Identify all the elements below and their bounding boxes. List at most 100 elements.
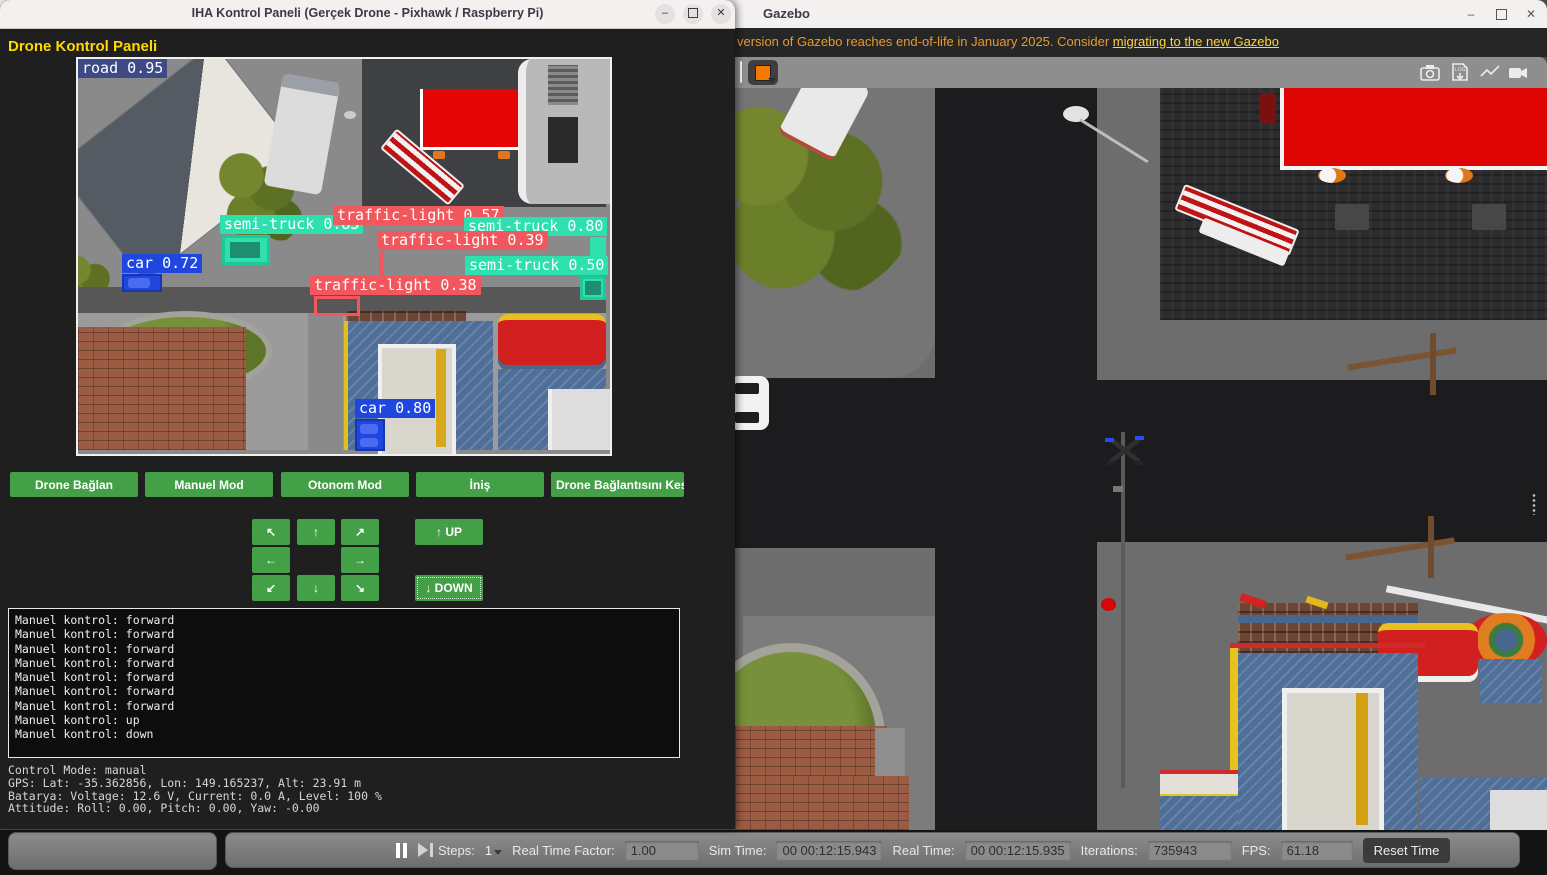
autonomous-mode-button[interactable]: Otonom Mod: [281, 472, 409, 497]
detection-label: traffic-light 0.39: [377, 231, 548, 250]
detection-label: semi-truck 0.50: [465, 256, 608, 275]
move-down-left-button[interactable]: ↙: [252, 575, 290, 601]
road-vertical: [935, 88, 1097, 830]
toolbar-drag-handle[interactable]: [740, 61, 742, 83]
fps-value: 61.18: [1281, 841, 1353, 860]
attitude-line: Attitude: Roll: 0.00, Pitch: 0.00, Yaw: …: [8, 802, 382, 815]
white-corner: [548, 389, 610, 450]
pump-island: [1472, 204, 1506, 230]
gas-station-canopy: [1280, 88, 1547, 170]
close-icon[interactable]: ✕: [1522, 5, 1540, 23]
west-wing-roof: [1160, 796, 1238, 830]
fastfood-block: [1160, 593, 1547, 830]
iha-titlebar[interactable]: IHA Kontrol Paneli (Gerçek Drone - Pixha…: [0, 0, 735, 29]
fuel-pump: [1445, 168, 1473, 183]
white-corner: [1490, 790, 1547, 830]
log-line: Manuel kontrol: forward: [15, 656, 673, 670]
detection-box-traffic-light: [314, 296, 360, 316]
pause-icon[interactable]: [396, 843, 408, 858]
gazebo-bottom-strip: Steps: 1 Real Time Factor: 1.00 Sim Time…: [0, 830, 1547, 875]
steps-value[interactable]: 1: [485, 843, 502, 858]
land-button[interactable]: İniş: [416, 472, 544, 497]
iha-window-title: IHA Kontrol Paneli (Gerçek Drone - Pixha…: [0, 6, 735, 20]
fire-hydrant: [1101, 598, 1116, 611]
street-lamp-head: [1063, 106, 1089, 122]
video-record-icon[interactable]: [1506, 61, 1530, 83]
detection-box-semi-truck: [222, 235, 270, 265]
detection-label: car 0.80: [355, 399, 435, 418]
sim-time-label: Sim Time:: [709, 843, 767, 858]
close-icon[interactable]: ✕: [711, 4, 731, 24]
telemetry-status: Control Mode: manual GPS: Lat: -35.36285…: [8, 764, 382, 815]
detection-box-car: [122, 274, 162, 292]
pole-bracket: [1113, 486, 1123, 492]
left-panel-footer: [8, 832, 217, 870]
detection-camera-view: road 0.95 semi-truck 0.83 traffic-light …: [76, 57, 612, 456]
warning-text: version of Gazebo reaches end-of-life in…: [737, 34, 1113, 49]
altitude-down-button[interactable]: ↓ DOWN: [415, 575, 483, 601]
move-right-button[interactable]: →: [341, 547, 379, 573]
minimize-icon[interactable]: –: [655, 4, 675, 24]
gazebo-window-title: Gazebo: [763, 6, 810, 21]
detection-box-car: [355, 419, 385, 451]
parked-car: [1260, 93, 1276, 123]
manual-mode-button[interactable]: Manuel Mod: [145, 472, 273, 497]
sidewalk-block-southwest: [735, 548, 935, 830]
log-line: Manuel kontrol: forward: [15, 684, 673, 698]
roof-step: [875, 728, 905, 776]
sign-cylinder: [1480, 659, 1542, 703]
white-tower: [1282, 688, 1384, 830]
log-line: Manuel kontrol: forward: [15, 699, 673, 713]
steps-label: Steps:: [438, 843, 475, 858]
maximize-icon[interactable]: [683, 4, 703, 24]
log-line: Manuel kontrol: up: [15, 713, 673, 727]
altitude-up-button[interactable]: ↑ UP: [415, 519, 483, 545]
fuel-pump: [433, 151, 445, 159]
sidewalk-block-northwest: [735, 88, 935, 378]
road-horizontal-east: [1097, 380, 1547, 542]
control-log-console[interactable]: Manuel kontrol: forward Manuel kontrol: …: [8, 608, 680, 758]
detection-box-semi-truck: [580, 276, 606, 300]
tower-yellow-stripe: [436, 349, 446, 447]
plot-window-icon[interactable]: [1478, 61, 1502, 83]
log-line: Manuel kontrol: forward: [15, 642, 673, 656]
restore-icon[interactable]: [1492, 5, 1510, 23]
move-left-button[interactable]: ←: [252, 547, 290, 573]
gps-line: GPS: Lat: -35.362856, Lon: 149.165237, A…: [8, 777, 382, 790]
svg-text:LOG: LOG: [1455, 67, 1466, 73]
control-mode-line: Control Mode: manual: [8, 764, 382, 777]
quadcopter-drone: [1105, 434, 1145, 468]
panel-splitter-handle[interactable]: [1530, 493, 1538, 515]
panel-heading: Drone Kontrol Paneli: [8, 38, 157, 55]
fuel-pump: [498, 151, 510, 159]
log-line: Manuel kontrol: forward: [15, 627, 673, 641]
step-icon[interactable]: [418, 843, 428, 857]
west-wing-trim: [1160, 770, 1238, 794]
iterations-value: 735943: [1148, 841, 1232, 860]
street-lamp-head: [344, 111, 356, 119]
move-down-right-button[interactable]: ↘: [341, 575, 379, 601]
camera-screenshot-icon[interactable]: [1418, 61, 1442, 83]
box-cube-select-icon[interactable]: [748, 60, 778, 85]
white-frame-building: [518, 59, 612, 204]
migrate-link[interactable]: migrating to the new Gazebo: [1113, 34, 1279, 49]
power-pole-cross: [1428, 516, 1434, 578]
iha-control-window: IHA Kontrol Paneli (Gerçek Drone - Pixha…: [0, 0, 735, 829]
rtf-label: Real Time Factor:: [512, 843, 615, 858]
disconnect-drone-button[interactable]: Drone Bağlantısını Kes: [551, 472, 684, 497]
move-up-right-button[interactable]: ↗: [341, 519, 379, 545]
move-forward-button[interactable]: ↑: [297, 519, 335, 545]
sim-time-value: 00 00:12:15.943: [776, 841, 882, 860]
power-pole-cross: [1430, 333, 1436, 395]
real-time-label: Real Time:: [892, 843, 954, 858]
detection-label: car 0.72: [122, 254, 202, 273]
log-line: Manuel kontrol: down: [15, 727, 673, 741]
reset-time-button[interactable]: Reset Time: [1363, 838, 1451, 863]
steps-caret-icon: [494, 850, 502, 855]
red-trim: [1230, 643, 1425, 648]
connect-drone-button[interactable]: Drone Bağlan: [10, 472, 138, 497]
move-backward-button[interactable]: ↓: [297, 575, 335, 601]
log-record-icon[interactable]: LOG: [1448, 61, 1472, 83]
minimize-icon[interactable]: –: [1462, 5, 1480, 23]
move-up-left-button[interactable]: ↖: [252, 519, 290, 545]
